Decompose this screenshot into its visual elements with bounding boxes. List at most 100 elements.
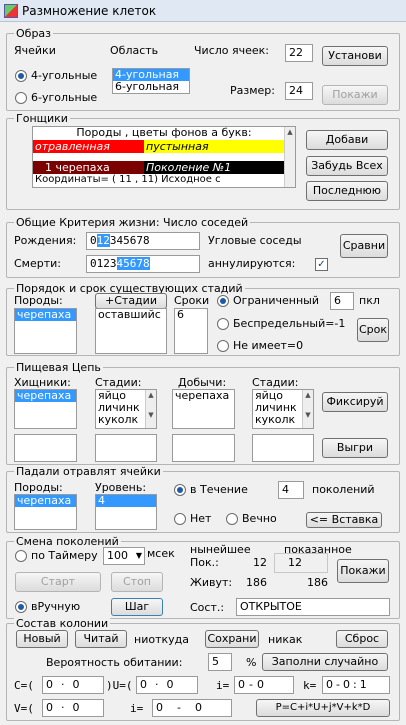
cancel-label: аннулируются:	[208, 257, 296, 270]
size-label: Размер:	[230, 84, 275, 97]
from-text: ниоткуда	[134, 633, 189, 646]
k-range-field[interactable]: 0-0:1	[322, 676, 390, 694]
prey-item[interactable]: черепаха	[173, 390, 234, 402]
step-button[interactable]: Шаг	[111, 598, 163, 616]
order-stage-item[interactable]: оставшийс	[96, 309, 166, 321]
i-range-field[interactable]: 0-0	[234, 676, 294, 694]
radio-limited[interactable]	[217, 295, 229, 307]
fallen-breeds-list[interactable]: черепаха	[14, 494, 77, 530]
predators-list[interactable]: черепаха	[14, 389, 77, 429]
order-breed-item[interactable]: черепаха	[15, 309, 76, 321]
order-term-item[interactable]: 6	[175, 309, 207, 321]
cell-count-input[interactable]: 22	[285, 44, 313, 62]
forget-all-button[interactable]: Забудь Всех	[306, 156, 388, 176]
formula-button[interactable]: P=C+i*U+j*V+k*D	[256, 699, 390, 717]
stages-scrollbar[interactable]: ▲ ▼	[145, 390, 156, 428]
radio-manual[interactable]	[15, 601, 27, 613]
fallen-breed-item[interactable]: черепаха	[15, 495, 76, 507]
during-input[interactable]: 4	[278, 481, 304, 499]
order-stages-list[interactable]: оставшийс	[95, 308, 167, 354]
fill-random-button[interactable]: Заполни случайно	[262, 653, 388, 671]
breeds-label: Породы:	[14, 294, 63, 307]
prey-stages-list[interactable]: яйцо личинк куколк ▲ ▼	[252, 389, 314, 429]
birth-label: Рождения:	[14, 234, 77, 247]
stages2-list-2[interactable]	[252, 434, 314, 462]
area-option-4[interactable]: 4-угольная	[113, 69, 189, 81]
birth-selected: 12	[96, 234, 110, 247]
radio-none[interactable]	[217, 340, 229, 352]
death-label: Смерти:	[14, 257, 61, 270]
c-label: C=(	[14, 679, 34, 692]
generation-swatch: Поколение №1	[144, 161, 295, 174]
state-field: ОТКРЫТОЕ	[236, 598, 390, 616]
unlimited-label: Беспредельный=-1	[233, 317, 346, 330]
add-stages-button[interactable]: +Стадии	[95, 293, 167, 309]
u-label: )U=(	[106, 679, 133, 692]
radio-no[interactable]	[174, 513, 186, 525]
prey-list-2[interactable]	[172, 434, 235, 462]
predator-stages-list[interactable]: яйцо личинк куколк ▲ ▼	[95, 389, 157, 429]
radio-timer[interactable]	[15, 550, 27, 562]
save-button[interactable]: Сохрани	[205, 630, 259, 648]
area-label: Область	[110, 44, 159, 57]
birth-input[interactable]: 012345678	[86, 232, 200, 250]
order-terms-list[interactable]: 6	[174, 308, 208, 354]
i2-range-field[interactable]: 0-0	[152, 699, 232, 717]
c-vector-field[interactable]: 0 · 0	[42, 676, 104, 694]
limited-input[interactable]: 6	[330, 292, 354, 310]
show-button-change[interactable]: Покажи	[337, 559, 389, 583]
k1-value: 0	[326, 678, 333, 691]
order-breeds-list[interactable]: черепаха	[14, 308, 77, 354]
pok-shown-box[interactable]	[274, 553, 328, 573]
compare-button[interactable]: Сравни	[340, 234, 388, 258]
last-button[interactable]: Последнюю	[306, 181, 388, 201]
term-button[interactable]: Срок	[357, 318, 389, 342]
breed-row-2[interactable]: 1 черепаха Поколение №1	[33, 161, 295, 174]
radio-during[interactable]	[174, 484, 186, 496]
breeds-colors-list[interactable]: Породы , цветы фонов а букв: отравленная…	[32, 126, 296, 188]
timer-select[interactable]: 100 ▼	[103, 547, 145, 565]
radio-6-label: 6-угольные	[31, 91, 98, 104]
start-button[interactable]: Старт	[15, 572, 101, 592]
level-item[interactable]: 4	[96, 495, 156, 507]
probability-input[interactable]: 5	[208, 653, 232, 671]
prey-stages-scrollbar[interactable]: ▲ ▼	[302, 390, 313, 428]
stages-list-2[interactable]	[95, 434, 157, 462]
pok-label: Пок.:	[190, 556, 219, 569]
reset-button[interactable]: Сброс	[336, 630, 388, 648]
prey-list[interactable]: черепаха	[172, 389, 235, 429]
area-option-6[interactable]: 6-угольная	[113, 81, 189, 93]
insert-button[interactable]: <= Вставка	[306, 512, 382, 528]
size-input[interactable]: 24	[285, 82, 313, 100]
death-input[interactable]: 012345678	[86, 255, 200, 273]
add-button[interactable]: Добави	[306, 130, 388, 150]
radio-unlimited[interactable]	[217, 318, 229, 330]
i2-value: 0	[256, 678, 264, 691]
level-list[interactable]: 4	[95, 494, 157, 530]
radio-6-sided[interactable]	[15, 92, 27, 104]
radio-4-label: 4-угольные	[31, 69, 98, 82]
area-list[interactable]: 4-угольная 6-угольная	[112, 68, 190, 94]
probability-label: Вероятность обитании:	[46, 656, 183, 669]
radio-forever[interactable]	[226, 513, 238, 525]
cancel-checkbox[interactable]: ✓	[315, 258, 328, 271]
predator-item[interactable]: черепаха	[15, 390, 76, 402]
breeds-scrollbar[interactable]: ▲	[284, 127, 295, 187]
radio-4-sided[interactable]	[15, 70, 27, 82]
alive-label: Живут:	[190, 576, 233, 589]
remove-button[interactable]: Выгри	[322, 438, 388, 458]
stages2-label: Стадии:	[252, 376, 299, 389]
birth-post: 345678	[109, 234, 150, 247]
predators-list-2[interactable]	[14, 434, 77, 462]
u-vector-field[interactable]: 0 · 0	[136, 676, 198, 694]
level-label: Уровень:	[95, 481, 147, 494]
v-vector-field[interactable]: 0 · 0	[42, 699, 104, 717]
read-button[interactable]: Читай	[75, 630, 127, 648]
fix-button[interactable]: Фиксируй	[322, 392, 388, 412]
stop-button[interactable]: Стоп	[111, 572, 163, 592]
set-button[interactable]: Установи	[322, 46, 388, 66]
show-button-obraz[interactable]: Покажи	[322, 85, 388, 105]
state-label: Сост.:	[190, 601, 225, 614]
breed-row-1[interactable]: отравленная пустынная	[33, 140, 295, 153]
new-button[interactable]: Новый	[16, 630, 68, 648]
